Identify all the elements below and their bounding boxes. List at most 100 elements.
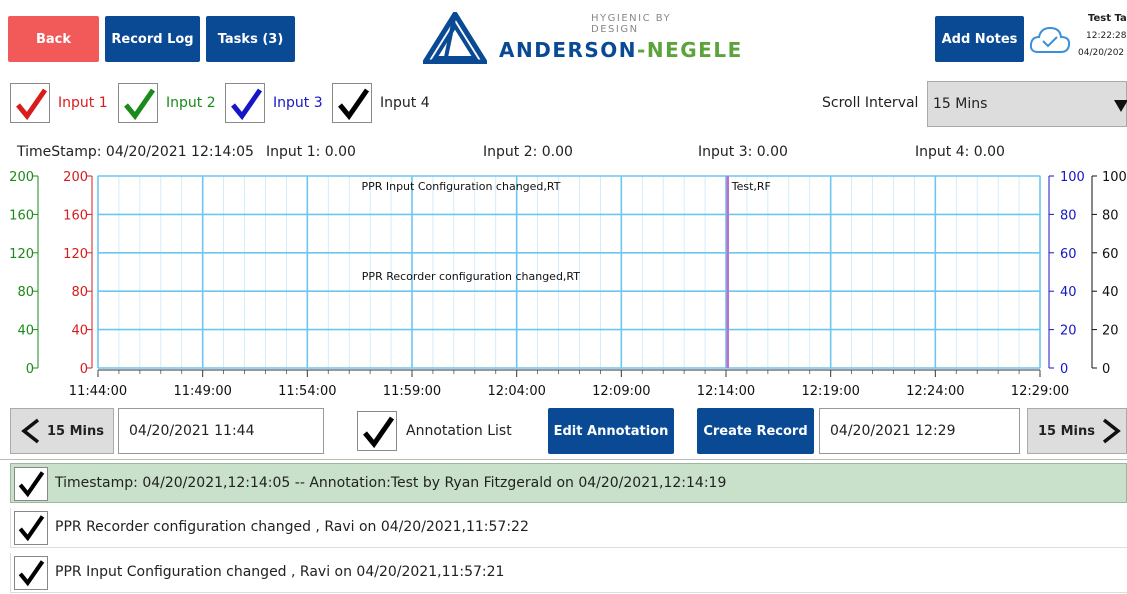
checkmark-black-icon [18,560,45,587]
scroll-interval-label: Scroll Interval [822,95,919,111]
next-interval-label: 15 Mins [1038,423,1096,439]
x-tick-label: 11:49:00 [173,384,231,399]
chart-annotation: Test,RF [731,180,771,193]
x-tick-label: 11:44:00 [69,384,127,399]
input-2-checkbox[interactable] [118,83,158,123]
header-date: 04/20/202 [1078,48,1125,58]
y-tick-label-red: 200 [63,170,88,185]
annotation-row-checkbox[interactable] [14,467,48,501]
brand-tagline: HYGIENIC BY DESIGN [591,13,672,35]
y-tick-label-green: 40 [17,324,34,339]
y-tick-label-blue: 80 [1060,208,1077,223]
x-tick-label: 12:19:00 [801,384,859,399]
tasks-button[interactable]: Tasks (3) [206,16,295,62]
checkmark-green-icon [124,88,156,121]
y-tick-label-blue: 40 [1060,285,1077,300]
input-1-checkbox[interactable] [10,83,50,123]
input-1-label: Input 1 [58,95,108,111]
record-log-button[interactable]: Record Log [105,16,200,62]
y-tick-label-green: 0 [26,362,34,377]
chart-annotation: PPR Input Configuration changed,RT [361,180,560,193]
chart-annotation: PPR Recorder configuration changed,RT [362,270,580,283]
scroll-interval-select[interactable]: 15 Mins [927,81,1127,127]
y-tick-label-black: 80 [1102,208,1119,223]
x-tick-label: 12:14:00 [697,384,755,399]
y-tick-label-red: 120 [63,247,88,262]
chevron-left-icon [21,418,40,444]
readout-input-3: Input 3: 0.00 [698,144,788,160]
y-tick-label-green: 200 [9,170,34,185]
x-tick-label: 12:29:00 [1011,384,1069,399]
annotation-row-text: PPR Input Configuration changed , Ravi o… [55,564,505,580]
end-time-input[interactable]: 04/20/2021 12:29 [819,408,1020,454]
scroll-interval-value: 15 Mins [933,96,988,112]
checkmark-black-icon [18,515,45,542]
y-tick-label-green: 120 [9,247,34,262]
brand-logo: HYGIENIC BY DESIGN ANDERSON-NEGELE [423,8,741,68]
edit-annotation-button[interactable]: Edit Annotation [548,408,674,454]
y-tick-label-blue: 60 [1060,247,1077,262]
annotation-row-text: Timestamp: 04/20/2021,12:14:05 -- Annota… [55,475,727,491]
readout-input-1: Input 1: 0.00 [266,144,356,160]
y-tick-label-green: 160 [9,208,34,223]
tag-name: Test Tag [1088,13,1127,24]
annotation-row-text: PPR Recorder configuration changed , Rav… [55,519,529,535]
y-tick-label-black: 40 [1102,285,1119,300]
back-button[interactable]: Back [8,16,99,62]
next-interval-button[interactable]: 15 Mins [1027,408,1127,454]
x-tick-label: 12:24:00 [906,384,964,399]
y-tick-label-red: 0 [80,362,88,377]
x-tick-label: 11:59:00 [383,384,441,399]
prev-interval-button[interactable]: 15 Mins [10,408,114,454]
divider [0,459,1127,460]
y-tick-label-black: 100 [1102,170,1127,185]
brand-name-a: ANDERSON [499,38,638,62]
dropdown-arrow-icon [1114,100,1127,112]
annotation-row[interactable]: PPR Input Configuration changed , Ravi o… [10,553,1127,593]
input-4-label: Input 4 [380,95,430,111]
readout-timestamp: TimeStamp: 04/20/2021 12:14:05 [17,144,254,160]
brand-name-sep: - [637,38,647,62]
start-time-input[interactable]: 04/20/2021 11:44 [118,408,324,454]
brand-name: ANDERSON-NEGELE [499,38,743,62]
checkmark-blue-icon [231,88,263,121]
annotation-row[interactable]: Timestamp: 04/20/2021,12:14:05 -- Annota… [10,463,1127,503]
create-record-button[interactable]: Create Record [697,408,814,454]
input-3-checkbox[interactable] [225,83,265,123]
y-tick-label-red: 80 [71,285,88,300]
add-notes-button[interactable]: Add Notes [935,16,1024,62]
x-tick-label: 11:54:00 [278,384,336,399]
annotation-row-checkbox[interactable] [14,556,48,590]
prev-interval-label: 15 Mins [46,423,104,439]
x-tick-label: 12:04:00 [487,384,545,399]
header-time: 12:22:28 [1086,31,1127,41]
annotation-list-label: Annotation List [406,423,512,439]
input-4-checkbox[interactable] [332,83,372,123]
annotation-list-checkbox[interactable] [357,411,397,451]
y-tick-label-red: 160 [63,208,88,223]
annotation-row-checkbox[interactable] [14,511,48,545]
y-tick-label-blue: 20 [1060,324,1077,339]
readout-input-4: Input 4: 0.00 [915,144,1005,160]
input-2-label: Input 2 [166,95,216,111]
triangle-logo-icon [423,12,487,64]
checkmark-black-icon [338,88,370,121]
y-tick-label-black: 20 [1102,324,1119,339]
y-tick-label-blue: 100 [1060,170,1085,185]
checkmark-black-icon [363,416,395,449]
cloud-sync-icon[interactable] [1028,24,1072,56]
y-tick-label-red: 40 [71,324,88,339]
y-tick-label-black: 0 [1102,362,1110,377]
annotation-row[interactable]: PPR Recorder configuration changed , Rav… [10,508,1127,548]
y-tick-label-black: 60 [1102,247,1119,262]
y-tick-label-green: 80 [17,285,34,300]
readout-input-2: Input 2: 0.00 [483,144,573,160]
x-tick-label: 12:09:00 [592,384,650,399]
trend-chart[interactable]: 11:44:00 11:49:00 11:54:00 11:59:00 12:04:00… [0,165,1127,405]
brand-name-b: NEGELE [646,38,743,62]
chevron-right-icon [1102,418,1121,444]
checkmark-black-icon [18,471,45,498]
input-3-label: Input 3 [273,95,323,111]
y-tick-label-blue: 0 [1060,362,1068,377]
checkmark-red-icon [16,88,48,121]
